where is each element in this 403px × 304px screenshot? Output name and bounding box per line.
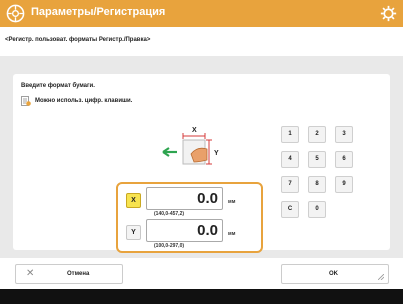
- key-3[interactable]: 3: [335, 126, 353, 143]
- paper-feed-illustration: X Y: [162, 127, 219, 165]
- size-input-group: X 0.0 мм (140,0-457,2) Y 0.0 мм (100,0-2…: [116, 182, 263, 253]
- key-0[interactable]: 0: [308, 201, 326, 218]
- corner-mark-icon: [378, 274, 384, 280]
- y-value-field[interactable]: 0.0: [146, 219, 223, 242]
- info-icon: [21, 96, 31, 106]
- gear-icon[interactable]: [380, 5, 397, 22]
- close-icon: ✕: [26, 268, 35, 279]
- y-size-row: Y 0.0 мм (100,0-297,0): [124, 219, 257, 249]
- numeric-keypad: 1 2 3 4 5 6 7 8 9 C 0: [281, 126, 367, 226]
- settings-registration-icon: [6, 4, 25, 23]
- x-range: (140,0-457,2): [154, 211, 185, 217]
- status-strip: [0, 289, 403, 304]
- y-unit: мм: [228, 231, 236, 237]
- x-size-row: X 0.0 мм (140,0-457,2): [124, 187, 257, 217]
- key-2[interactable]: 2: [308, 126, 326, 143]
- paper-size-panel: Введите формат бумаги. Можно использ. ци…: [13, 74, 390, 253]
- content-panel: Введите формат бумаги. Можно использ. ци…: [0, 56, 403, 258]
- key-9[interactable]: 9: [335, 176, 353, 193]
- info-note-text: Можно использ. цифр. клавиши.: [35, 98, 133, 104]
- key-8[interactable]: 8: [308, 176, 326, 193]
- x-value-field[interactable]: 0.0: [146, 187, 223, 210]
- y-axis-button[interactable]: Y: [126, 225, 141, 240]
- key-4[interactable]: 4: [281, 151, 299, 168]
- key-5[interactable]: 5: [308, 151, 326, 168]
- key-6[interactable]: 6: [335, 151, 353, 168]
- page-title: Параметры/Регистрация: [31, 6, 166, 18]
- key-7[interactable]: 7: [281, 176, 299, 193]
- breadcrumb-text: <Регистр. пользоват. форматы Регистр./Пр…: [5, 37, 151, 43]
- svg-text:X: X: [192, 127, 197, 134]
- key-clear[interactable]: C: [281, 201, 299, 218]
- instruction-text: Введите формат бумаги.: [21, 83, 95, 89]
- ok-label: OK: [329, 271, 338, 277]
- x-unit: мм: [228, 199, 236, 205]
- y-range: (100,0-297,0): [154, 243, 185, 249]
- x-axis-button[interactable]: X: [126, 193, 141, 208]
- ok-button[interactable]: OK: [281, 264, 389, 284]
- svg-text:Y: Y: [214, 150, 219, 157]
- breadcrumb: <Регистр. пользоват. форматы Регистр./Пр…: [0, 27, 403, 56]
- key-1[interactable]: 1: [281, 126, 299, 143]
- cancel-button[interactable]: ✕ Отмена: [15, 264, 123, 284]
- cancel-label: Отмена: [67, 271, 90, 277]
- title-bar: Параметры/Регистрация: [0, 0, 403, 27]
